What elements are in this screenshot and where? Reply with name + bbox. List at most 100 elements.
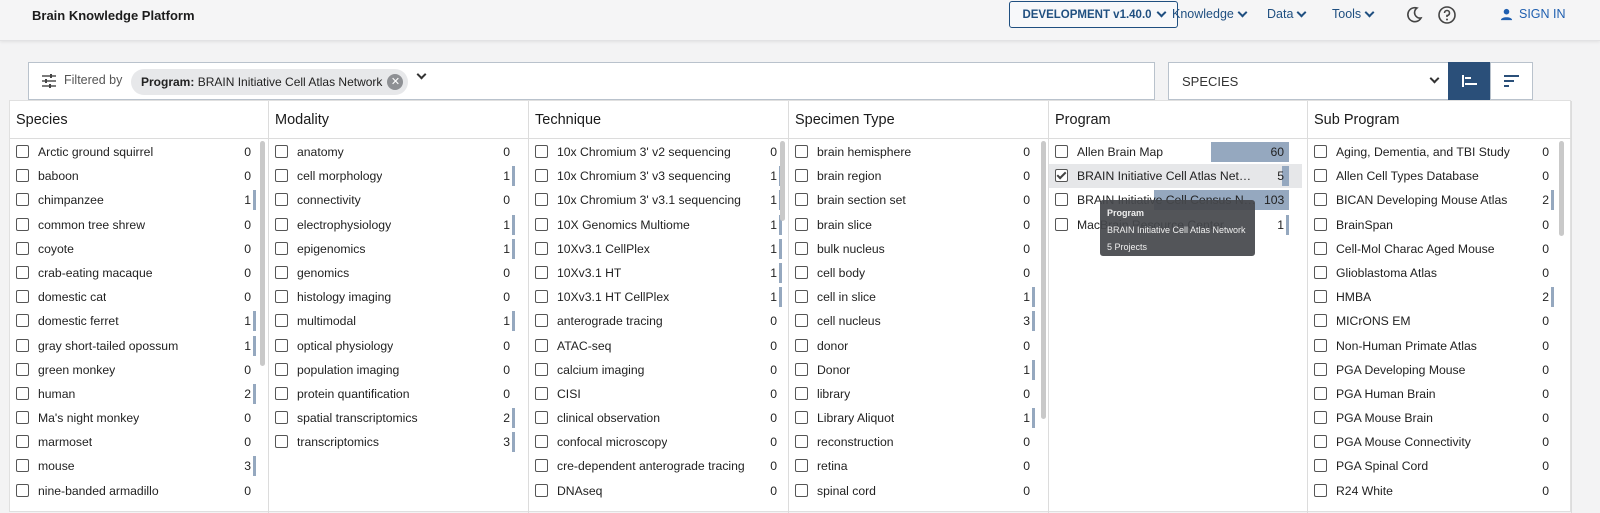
facet-row[interactable]: 10Xv3.1 HT 1	[529, 261, 782, 285]
facet-checkbox[interactable]	[1314, 435, 1327, 449]
facet-checkbox[interactable]	[1314, 169, 1327, 183]
nav-knowledge[interactable]: Knowledge	[1172, 7, 1248, 21]
facet-checkbox[interactable]	[535, 241, 548, 255]
facet-checkbox[interactable]	[1314, 290, 1327, 304]
facet-row[interactable]: crab-eating macaque 0	[10, 261, 255, 285]
facet-checkbox[interactable]	[1314, 217, 1327, 231]
facet-checkbox[interactable]	[795, 362, 808, 376]
facet-checkbox[interactable]	[535, 483, 548, 497]
facet-checkbox[interactable]	[795, 241, 808, 255]
facet-checkbox[interactable]	[535, 265, 548, 279]
facet-row[interactable]: confocal microscopy 0	[529, 430, 777, 454]
facet-checkbox[interactable]	[275, 265, 288, 279]
facet-row[interactable]: brain section set 0	[789, 188, 1035, 212]
facet-row[interactable]: anatomy 0	[269, 140, 523, 164]
facet-checkbox[interactable]	[1314, 338, 1327, 352]
facet-checkbox[interactable]	[275, 411, 288, 425]
facet-row[interactable]: mouse 3	[10, 454, 256, 478]
facet-row[interactable]: retina 0	[789, 454, 1035, 478]
facet-row[interactable]: coyote 0	[10, 237, 255, 261]
facet-checkbox[interactable]	[16, 411, 29, 425]
facet-row[interactable]: MICrONS EM 0	[1308, 309, 1558, 333]
facet-row[interactable]: common tree shrew 0	[10, 213, 255, 237]
facet-checkbox[interactable]	[1314, 241, 1327, 255]
facet-checkbox[interactable]	[16, 217, 29, 231]
facet-checkbox[interactable]	[1314, 145, 1327, 158]
nav-tools[interactable]: Tools	[1332, 7, 1375, 21]
scrollbar-thumb[interactable]	[1559, 141, 1564, 236]
facet-checkbox[interactable]	[535, 169, 548, 183]
facet-row[interactable]: connectivity 0	[269, 188, 523, 212]
facet-row[interactable]: BRAIN Initiative Cell Atlas Network 5	[1049, 164, 1302, 189]
facet-checkbox[interactable]	[535, 411, 548, 425]
facet-checkbox[interactable]	[535, 290, 548, 304]
facet-checkbox[interactable]	[16, 338, 29, 352]
facet-checkbox[interactable]	[795, 386, 808, 400]
facet-checkbox[interactable]	[16, 290, 29, 304]
facet-row[interactable]: marmoset 0	[10, 430, 255, 454]
sort-by-count-button[interactable]	[1448, 62, 1491, 100]
facet-row[interactable]: brain hemisphere 0	[789, 140, 1035, 164]
facet-row[interactable]: HMBA 2	[1308, 285, 1558, 309]
facet-checkbox[interactable]	[795, 290, 808, 304]
facet-row[interactable]: spinal cord 0	[789, 479, 1035, 503]
facet-row[interactable]: donor 0	[789, 334, 1035, 358]
facet-checkbox[interactable]	[535, 362, 548, 376]
group-by-select[interactable]: SPECIES	[1168, 62, 1449, 100]
facet-checkbox[interactable]	[275, 435, 288, 449]
facet-checkbox[interactable]	[275, 241, 288, 255]
facet-row[interactable]: Non-Human Primate Atlas 0	[1308, 334, 1558, 358]
facet-checkbox[interactable]	[16, 145, 29, 158]
facet-row[interactable]: chimpanzee 1	[10, 188, 256, 212]
facet-checkbox[interactable]	[275, 314, 288, 328]
facet-row[interactable]: 10x Chromium 3' v3.1 sequencing 1	[529, 188, 782, 212]
facet-row[interactable]: epigenomics 1	[269, 237, 523, 261]
sort-alpha-button[interactable]	[1490, 62, 1533, 100]
facet-checkbox[interactable]	[795, 169, 808, 183]
facet-checkbox[interactable]	[795, 435, 808, 449]
facet-row[interactable]: domestic cat 0	[10, 285, 255, 309]
facet-row[interactable]: protein quantification 0	[269, 382, 523, 406]
facet-checkbox[interactable]	[535, 314, 548, 328]
facet-checkbox[interactable]	[535, 338, 548, 352]
facet-checkbox[interactable]	[275, 290, 288, 304]
facet-checkbox[interactable]	[535, 145, 548, 158]
facet-checkbox[interactable]	[1314, 193, 1327, 207]
facet-row[interactable]: brain region 0	[789, 164, 1035, 188]
facet-row[interactable]: Cell-Mol Charac Aged Mouse 0	[1308, 237, 1558, 261]
facet-checkbox[interactable]	[16, 435, 29, 449]
facet-row[interactable]: Arctic ground squirrel 0	[10, 140, 255, 164]
facet-checkbox[interactable]	[795, 459, 808, 473]
environment-version-button[interactable]: DEVELOPMENT v1.40.0	[1009, 1, 1178, 28]
facet-row[interactable]: 10x Chromium 3' v2 sequencing 0	[529, 140, 777, 164]
facet-row[interactable]: 10x Chromium 3' v3 sequencing 1	[529, 164, 782, 188]
facet-checkbox[interactable]	[1314, 459, 1327, 473]
facet-row[interactable]: reconstruction 0	[789, 430, 1035, 454]
scrollbar-thumb[interactable]	[1041, 141, 1046, 419]
facet-row[interactable]: PGA Spinal Cord 0	[1308, 454, 1558, 478]
facet-row[interactable]: cre-dependent anterograde tracing 0	[529, 454, 777, 478]
facet-row[interactable]: bulk nucleus 0	[789, 237, 1035, 261]
facet-checkbox[interactable]	[275, 386, 288, 400]
facet-checkbox[interactable]	[275, 193, 288, 207]
facet-row[interactable]: 10Xv3.1 CellPlex 1	[529, 237, 782, 261]
facet-checkbox[interactable]	[16, 483, 29, 497]
facet-checkbox[interactable]	[795, 193, 808, 207]
filter-expand-chevron-icon[interactable]	[416, 69, 427, 80]
facet-checkbox[interactable]	[1314, 483, 1327, 497]
facet-checkbox[interactable]	[275, 169, 288, 183]
facet-checkbox[interactable]	[535, 435, 548, 449]
facet-checkbox[interactable]	[795, 483, 808, 497]
facet-row[interactable]: nine-banded armadillo 0	[10, 479, 255, 503]
facet-row[interactable]: cell morphology 1	[269, 164, 523, 188]
dark-mode-moon-icon[interactable]	[1404, 5, 1424, 25]
facet-checkbox[interactable]	[535, 193, 548, 207]
nav-data[interactable]: Data	[1267, 7, 1307, 21]
facet-row[interactable]: clinical observation 0	[529, 406, 777, 430]
facet-checkbox[interactable]	[535, 386, 548, 400]
facet-checkbox[interactable]	[16, 362, 29, 376]
facet-row[interactable]: Aging, Dementia, and TBI Study 0	[1308, 140, 1558, 164]
facet-row[interactable]: ATAC-seq 0	[529, 334, 777, 358]
facet-row[interactable]: green monkey 0	[10, 358, 255, 382]
facet-row[interactable]: cell nucleus 3	[789, 309, 1035, 333]
